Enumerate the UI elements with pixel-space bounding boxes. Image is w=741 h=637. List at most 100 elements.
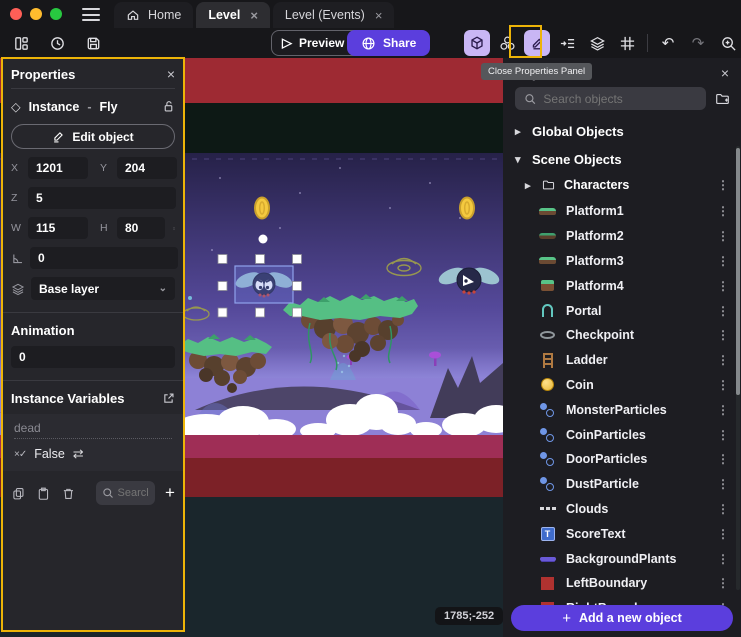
variable-name[interactable]: dead [14, 421, 172, 439]
save-icon[interactable] [80, 30, 106, 56]
copy-icon[interactable] [11, 486, 26, 501]
link-dimensions-icon[interactable] [173, 221, 175, 236]
object-row[interactable]: CoinParticles ⋮ [503, 422, 741, 447]
object-row[interactable]: MonsterParticles ⋮ [503, 397, 741, 422]
redo-icon[interactable]: ↷ [685, 30, 711, 56]
item-menu-icon[interactable]: ⋮ [717, 328, 729, 342]
close-objects-icon[interactable]: × [721, 65, 729, 81]
coin-object[interactable] [255, 198, 269, 219]
selection-box[interactable] [235, 266, 293, 303]
object-row[interactable]: Platform4 ⋮ [503, 273, 741, 298]
add-folder-icon[interactable] [714, 91, 731, 107]
undo-icon[interactable]: ↶ [655, 30, 681, 56]
platform-a-icon [539, 208, 556, 215]
group-global-objects[interactable]: ▸ Global Objects [503, 120, 741, 142]
layer-dropdown[interactable]: Base layer ⌄ [31, 277, 175, 300]
variable-row[interactable]: dead ×✓ False ⇄ [2, 414, 184, 471]
scoretext-icon [541, 527, 555, 541]
object-row[interactable]: ScoreText ⋮ [503, 521, 741, 546]
variables-search[interactable] [96, 481, 156, 505]
history-clock-icon[interactable] [44, 30, 70, 56]
share-button[interactable]: Share [347, 30, 430, 56]
close-window-button[interactable] [10, 8, 22, 20]
item-menu-icon[interactable]: ⋮ [717, 229, 729, 243]
item-menu-icon[interactable]: ⋮ [717, 378, 729, 392]
item-menu-icon[interactable]: ⋮ [717, 552, 729, 566]
tab-home[interactable]: Home [114, 2, 193, 28]
properties-pencil-icon[interactable] [524, 30, 550, 56]
x-input[interactable] [28, 157, 88, 179]
object-row[interactable]: BackgroundPlants ⋮ [503, 546, 741, 571]
object-row[interactable]: Ladder ⋮ [503, 348, 741, 373]
object-label: ScoreText [566, 527, 626, 541]
scrollbar-thumb[interactable] [736, 148, 740, 395]
object-row[interactable]: Coin ⋮ [503, 373, 741, 398]
add-new-object-button[interactable]: + Add a new object [511, 605, 733, 631]
item-menu-icon[interactable]: ⋮ [717, 178, 729, 192]
object-row[interactable]: Platform3 ⋮ [503, 249, 741, 274]
width-input[interactable] [28, 217, 88, 239]
object-row[interactable]: DustParticle ⋮ [503, 472, 741, 497]
close-properties-icon[interactable]: × [167, 66, 175, 82]
object-groups-icon[interactable] [494, 30, 520, 56]
variable-value[interactable]: False [34, 447, 65, 461]
menu-icon[interactable] [82, 8, 100, 21]
close-tab-icon[interactable]: × [250, 8, 258, 23]
y-input[interactable] [117, 157, 177, 179]
zoom-in-icon[interactable] [715, 30, 741, 56]
paste-icon[interactable] [36, 486, 51, 501]
grid-icon[interactable] [614, 30, 640, 56]
tab-level[interactable]: Level × [196, 2, 270, 28]
objects-search-input[interactable] [543, 92, 697, 106]
item-menu-icon[interactable]: ⋮ [717, 428, 729, 442]
object-row[interactable]: Portal ⋮ [503, 298, 741, 323]
item-menu-icon[interactable]: ⋮ [717, 279, 729, 293]
angle-input[interactable] [30, 247, 178, 269]
panels-layout-icon[interactable] [8, 30, 34, 56]
lock-open-icon[interactable] [162, 100, 175, 113]
chevron-down-icon: ⌄ [159, 283, 167, 294]
object-row[interactable]: LeftBoundary ⋮ [503, 571, 741, 596]
item-menu-icon[interactable]: ⋮ [717, 576, 729, 590]
edit-object-button[interactable]: Edit object [11, 124, 175, 149]
variables-search-input[interactable] [118, 487, 148, 499]
coin-object[interactable] [460, 198, 474, 219]
folder-characters[interactable]: ▸ Characters ⋮ [503, 173, 741, 197]
layers-icon[interactable] [584, 30, 610, 56]
objects-search[interactable] [515, 87, 706, 110]
item-menu-icon[interactable]: ⋮ [717, 527, 729, 541]
item-menu-icon[interactable]: ⋮ [717, 502, 729, 516]
group-scene-objects[interactable]: ▾ Scene Objects [503, 148, 741, 170]
rotate-handle[interactable] [259, 235, 268, 244]
z-input[interactable] [28, 187, 176, 209]
item-menu-icon[interactable]: ⋮ [717, 353, 729, 367]
object-row[interactable]: Clouds ⋮ [503, 497, 741, 522]
height-input[interactable] [117, 217, 165, 239]
object-row[interactable]: Platform2 ⋮ [503, 224, 741, 249]
window-controls[interactable] [0, 0, 76, 28]
object-row[interactable]: DoorParticles ⋮ [503, 447, 741, 472]
particles-icon [540, 477, 555, 491]
tab-level-events[interactable]: Level (Events) × [273, 2, 395, 28]
item-menu-icon[interactable]: ⋮ [717, 254, 729, 268]
maximize-window-button[interactable] [50, 8, 62, 20]
minimize-window-button[interactable] [30, 8, 42, 20]
toggle-value-icon[interactable]: ⇄ [73, 446, 84, 462]
open-variables-icon[interactable] [162, 392, 175, 405]
object-row[interactable]: Checkpoint ⋮ [503, 323, 741, 348]
layer-icon [11, 282, 25, 296]
search-icon [524, 92, 536, 106]
item-menu-icon[interactable]: ⋮ [717, 304, 729, 318]
animation-input[interactable] [11, 346, 175, 368]
3d-view-icon[interactable] [464, 30, 490, 56]
item-menu-icon[interactable]: ⋮ [717, 477, 729, 491]
close-tab-icon[interactable]: × [375, 8, 383, 23]
item-menu-icon[interactable]: ⋮ [717, 204, 729, 218]
chevron-right-icon: ▸ [515, 125, 523, 138]
instances-list-icon[interactable] [554, 30, 580, 56]
trash-icon[interactable] [61, 486, 76, 501]
object-row[interactable]: Platform1 ⋮ [503, 199, 741, 224]
item-menu-icon[interactable]: ⋮ [717, 403, 729, 417]
add-variable-icon[interactable]: + [165, 483, 175, 503]
item-menu-icon[interactable]: ⋮ [717, 452, 729, 466]
